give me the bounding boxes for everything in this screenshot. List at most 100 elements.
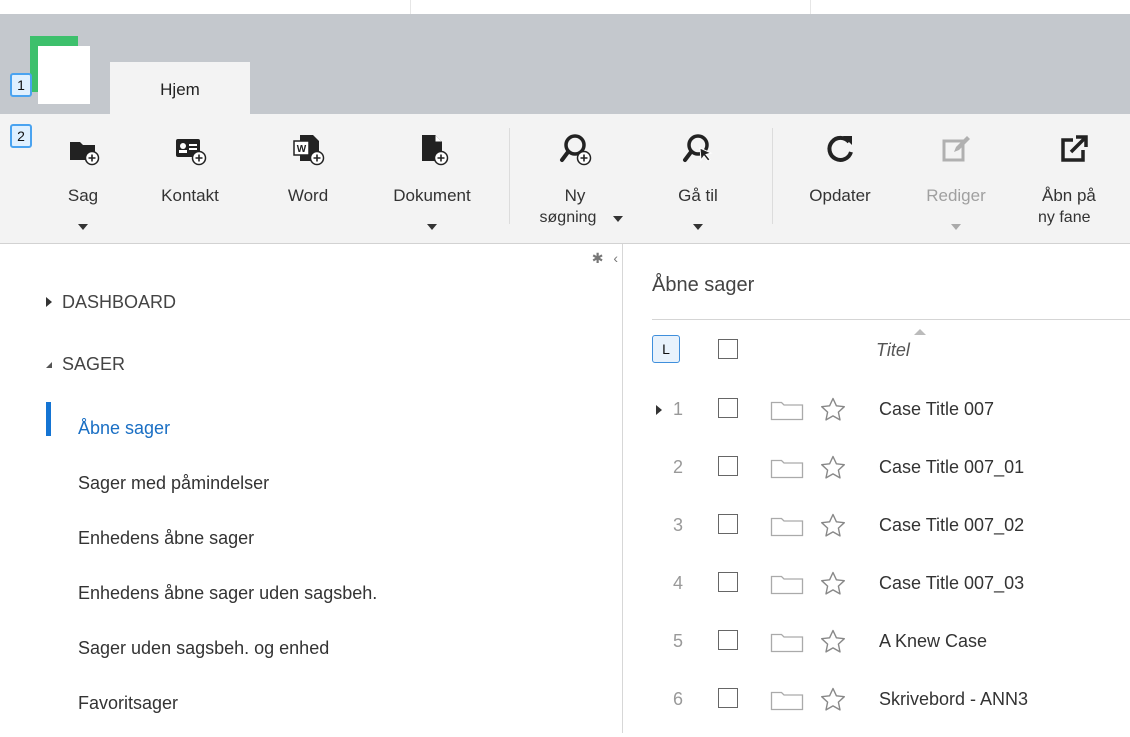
- folder-icon: [770, 517, 804, 537]
- table-row[interactable]: 1 Case Title 007: [624, 389, 1130, 447]
- opdater-button[interactable]: Opdater: [790, 114, 890, 244]
- collapse-arrow-icon: [46, 362, 52, 368]
- ribbon-separator: [772, 128, 773, 224]
- active-indicator: [46, 402, 51, 436]
- row-checkbox[interactable]: [718, 514, 738, 534]
- favorite-star-icon[interactable]: [819, 628, 847, 656]
- new-document-icon: [422, 135, 449, 166]
- favorite-star-icon[interactable]: [819, 512, 847, 540]
- sidebar-item-aabne-sager[interactable]: Åbne sager: [78, 418, 170, 439]
- aabn-ny-fane-label-2: ny fane: [1038, 209, 1091, 226]
- row-number: 3: [672, 515, 683, 535]
- sidebar-item-enhedens-uden-sagsbeh[interactable]: Enhedens åbne sager uden sagsbeh.: [78, 583, 377, 604]
- sag-dropdown-caret[interactable]: [78, 224, 88, 230]
- ribbon-separator: [509, 128, 510, 224]
- sidebar-item-enhedens-aabne-sager[interactable]: Enhedens åbne sager: [78, 528, 254, 549]
- row-expand-arrow-icon[interactable]: [656, 405, 662, 415]
- section-dashboard-label: DASHBOARD: [62, 292, 177, 312]
- case-list-panel: Åbne sager L Titel 1 Case Title 007 2 Case …: [624, 244, 1130, 733]
- row-number: 4: [672, 573, 683, 593]
- window-top-strip: [0, 0, 1130, 14]
- ny-soegning-dropdown-caret[interactable]: [613, 216, 623, 222]
- column-header-titel[interactable]: Titel: [876, 340, 910, 361]
- row-checkbox[interactable]: [718, 572, 738, 592]
- table-row[interactable]: 6 Skrivebord - ANN3: [624, 679, 1130, 737]
- rediger-label: Rediger: [926, 186, 986, 205]
- row-checkbox[interactable]: [718, 630, 738, 650]
- section-sager[interactable]: SAGER: [46, 354, 125, 375]
- favorite-star-icon[interactable]: [819, 686, 847, 714]
- section-dashboard[interactable]: DASHBOARD: [46, 292, 177, 313]
- edit-icon: [942, 136, 970, 162]
- kontakt-label: Kontakt: [161, 186, 219, 205]
- sort-ascending-icon[interactable]: [914, 329, 926, 335]
- row-number: 2: [672, 457, 683, 477]
- refresh-icon: [827, 135, 853, 162]
- select-all-checkbox[interactable]: [718, 339, 738, 359]
- gaa-til-label: Gå til: [678, 186, 718, 205]
- collapse-chevron-icon[interactable]: ‹: [613, 250, 618, 266]
- folder-icon: [770, 459, 804, 479]
- rediger-dropdown-caret[interactable]: [951, 224, 961, 230]
- aabn-ny-fane-label-1: Åbn på: [1042, 186, 1096, 205]
- gaa-til-button[interactable]: Gå til: [648, 114, 748, 244]
- opdater-label: Opdater: [809, 186, 871, 205]
- tab-hjem[interactable]: Hjem: [110, 62, 250, 114]
- layout-l-button[interactable]: L: [652, 335, 680, 363]
- row-title[interactable]: A Knew Case: [879, 631, 987, 652]
- favorite-star-icon[interactable]: [819, 570, 847, 598]
- row-title[interactable]: Case Title 007: [879, 399, 994, 420]
- expand-arrow-icon: [46, 297, 52, 307]
- sidebar-tools: ✱ ‹: [592, 250, 618, 267]
- row-title[interactable]: Case Title 007_01: [879, 457, 1024, 478]
- favorite-star-icon[interactable]: [819, 396, 847, 424]
- dokument-button[interactable]: Dokument: [370, 114, 494, 244]
- goto-search-cursor-icon: [683, 134, 713, 162]
- sidebar-navigation: ✱ ‹ DASHBOARD SAGER Åbne sager Sager med…: [0, 244, 623, 733]
- aabn-ny-fane-button[interactable]: Åbn på ny fane: [1024, 114, 1130, 244]
- strip-segment: [0, 0, 410, 14]
- dokument-label: Dokument: [393, 186, 471, 205]
- folder-icon: [770, 633, 804, 653]
- sidebar-item-uden-sagsbeh-og-enhed[interactable]: Sager uden sagsbeh. og enhed: [78, 638, 329, 659]
- table-row[interactable]: 3 Case Title 007_02: [624, 505, 1130, 563]
- new-search-icon: [560, 134, 592, 166]
- sag-label: Sag: [67, 186, 99, 205]
- new-word-document-icon: W: [293, 135, 325, 166]
- table-row[interactable]: 2 Case Title 007_01: [624, 447, 1130, 505]
- sidebar-item-sager-med-paamindelser[interactable]: Sager med påmindelser: [78, 473, 269, 494]
- row-checkbox[interactable]: [718, 398, 738, 418]
- rediger-button[interactable]: Rediger: [908, 114, 1004, 244]
- row-title[interactable]: Skrivebord - ANN3: [879, 689, 1028, 710]
- table-row[interactable]: 4 Case Title 007_03: [624, 563, 1130, 621]
- word-label: Word: [287, 186, 329, 205]
- folder-icon: [770, 691, 804, 711]
- sidebar-item-favoritsager[interactable]: Favoritsager: [78, 693, 178, 714]
- ribbon-toolbar: Sag Kontakt W Word Dokument Ny søgning G…: [0, 114, 1130, 244]
- ny-soegning-label-1: Ny: [564, 186, 586, 205]
- table-row[interactable]: 5 A Knew Case: [624, 621, 1130, 679]
- kontakt-button[interactable]: Kontakt: [140, 114, 240, 244]
- row-checkbox[interactable]: [718, 456, 738, 476]
- row-title[interactable]: Case Title 007_03: [879, 573, 1024, 594]
- svg-text:W: W: [297, 144, 307, 155]
- row-title[interactable]: Case Title 007_02: [879, 515, 1024, 536]
- gaa-til-dropdown-caret[interactable]: [693, 224, 703, 230]
- row-number: 6: [672, 689, 683, 709]
- row-checkbox[interactable]: [718, 688, 738, 708]
- strip-segment: [810, 0, 858, 14]
- tab-bar: Hjem: [0, 14, 1130, 114]
- sag-button[interactable]: Sag: [48, 114, 118, 244]
- heading-divider: [652, 319, 1130, 320]
- strip-segment: [410, 0, 810, 14]
- word-button[interactable]: W Word: [268, 114, 348, 244]
- marker-1: 1: [10, 73, 32, 97]
- favorite-star-icon[interactable]: [819, 454, 847, 482]
- ny-soegning-button[interactable]: Ny søgning: [520, 114, 630, 244]
- gear-icon[interactable]: ✱: [592, 250, 604, 266]
- new-case-folder-icon: [70, 142, 100, 166]
- folder-icon: [770, 575, 804, 595]
- dokument-dropdown-caret[interactable]: [427, 224, 437, 230]
- row-number: 5: [672, 631, 683, 651]
- marker-2: 2: [10, 124, 32, 148]
